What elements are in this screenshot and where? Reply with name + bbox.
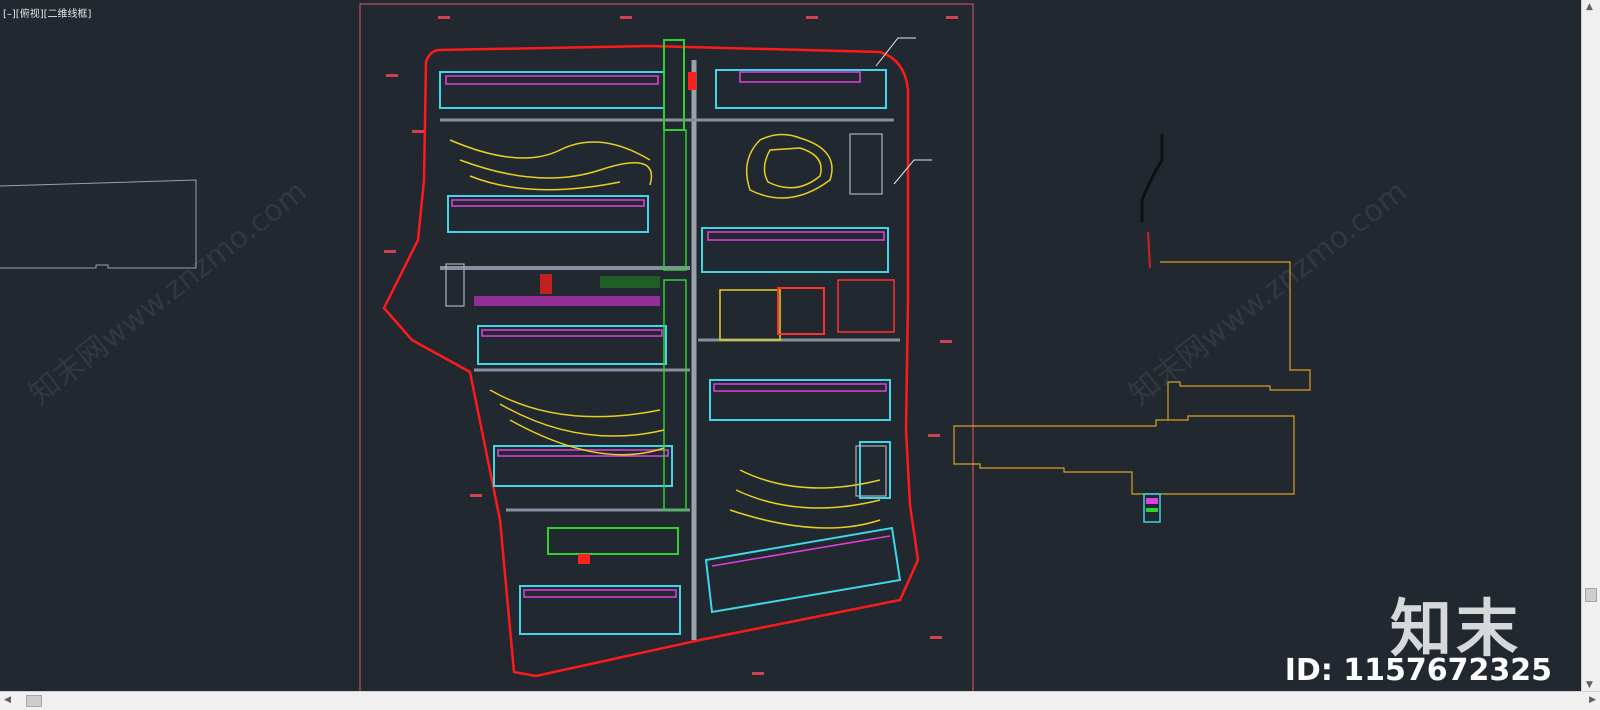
small-block	[1143, 493, 1161, 523]
horizontal-scrollbar[interactable]: ◀ ▶	[0, 691, 1600, 710]
label-markers	[384, 16, 958, 675]
scroll-right-arrow-icon[interactable]: ▶	[1589, 695, 1596, 705]
vertical-scroll-thumb[interactable]	[1585, 588, 1597, 602]
black-curve	[1140, 134, 1164, 222]
magenta-bar	[474, 296, 660, 306]
leader-lines	[875, 37, 932, 185]
viewport-label[interactable]: [–][俯视][二维线框]	[3, 5, 91, 20]
cad-drawing[interactable]	[0, 0, 1582, 692]
image-id-label: ID: 1157672325	[1284, 653, 1552, 688]
horizontal-scroll-thumb[interactable]	[26, 695, 42, 707]
red-plaza-blocks	[540, 72, 895, 564]
vertical-scrollbar[interactable]: ▲ ▼	[1581, 0, 1600, 692]
drawing-viewport[interactable]: [–][俯视][二维线框] 知末网www.znzmo.com 知末网www.zn…	[0, 0, 1582, 692]
building-row-5	[519, 526, 902, 635]
building-row-2	[447, 195, 889, 273]
scroll-down-arrow-icon[interactable]: ▼	[1586, 680, 1593, 690]
site-boundary	[382, 44, 920, 678]
scroll-left-arrow-icon[interactable]: ◀	[4, 695, 11, 705]
scroll-up-arrow-icon[interactable]: ▲	[1586, 2, 1593, 12]
red-mark	[1147, 231, 1151, 269]
gray-structures	[445, 133, 887, 497]
left-gray-outline	[0, 179, 197, 269]
